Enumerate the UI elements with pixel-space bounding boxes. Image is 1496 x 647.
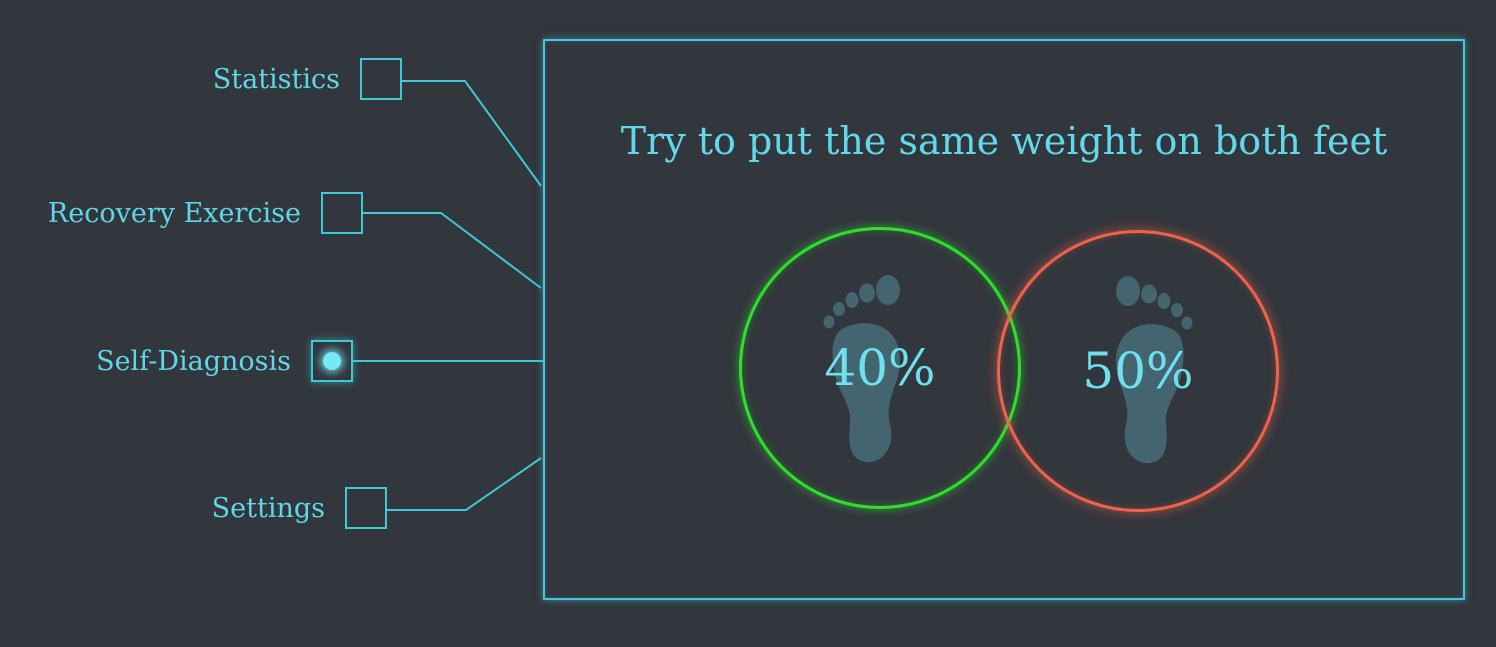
nav-item-self-diagnosis[interactable]: Self-Diagnosis: [96, 340, 353, 382]
nav-item-settings[interactable]: Settings: [212, 487, 387, 529]
nav-checkbox[interactable]: [345, 487, 387, 529]
self-diagnosis-panel: Try to put the same weight on both feet …: [543, 39, 1465, 600]
connector-recovery-exercise: [363, 212, 542, 289]
right-foot-percentage: 50%: [1082, 342, 1194, 400]
nav-checkbox[interactable]: [360, 58, 402, 100]
nav-item-statistics[interactable]: Statistics: [213, 58, 402, 100]
nav-label: Settings: [211, 492, 325, 524]
app-screen: Statistics Recovery Exercise Self-Diagno…: [0, 0, 1496, 647]
left-foot-gauge: 40%: [739, 227, 1021, 509]
nav-checkbox[interactable]: [321, 192, 363, 234]
connector-settings: [387, 457, 542, 511]
right-foot-gauge: 50%: [997, 230, 1279, 512]
connector-statistics: [402, 80, 542, 187]
nav-label: Statistics: [212, 63, 340, 95]
nav-checkbox-selected[interactable]: [311, 340, 353, 382]
selected-indicator-dot: [323, 352, 341, 370]
nav-label: Recovery Exercise: [47, 197, 301, 229]
instruction-text: Try to put the same weight on both feet: [620, 119, 1388, 163]
left-foot-percentage: 40%: [824, 339, 936, 397]
nav-item-recovery-exercise[interactable]: Recovery Exercise: [48, 192, 363, 234]
nav-label: Self-Diagnosis: [96, 345, 291, 377]
